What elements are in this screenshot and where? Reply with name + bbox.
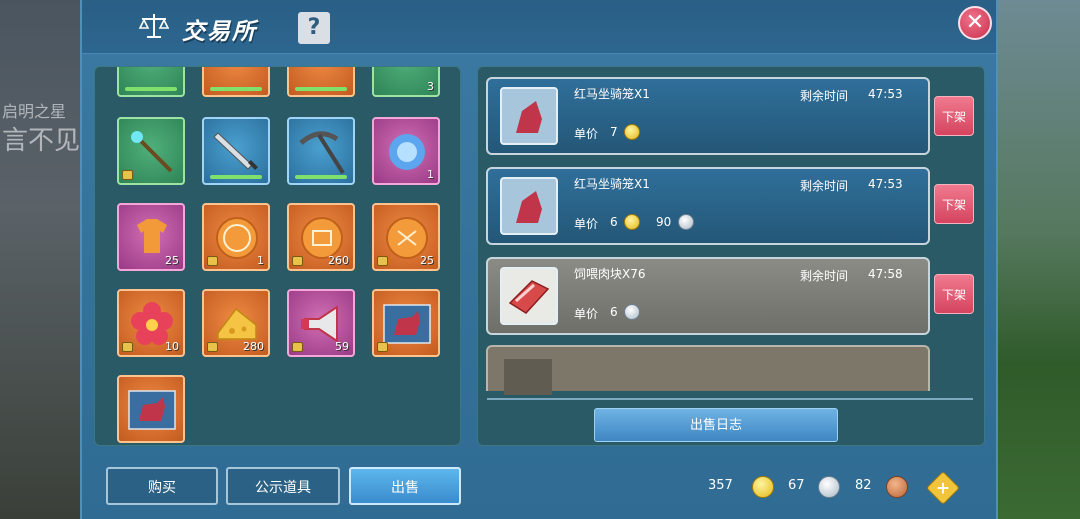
- inventory-slot[interactable]: 10: [117, 289, 185, 357]
- delist-button[interactable]: 下架: [934, 274, 974, 314]
- tab-buy[interactable]: 购买: [106, 467, 218, 505]
- gold-coin-icon: [624, 124, 640, 140]
- title-bar: 交易所 ?: [82, 0, 996, 54]
- orb-icon: [389, 134, 425, 170]
- tab-sell[interactable]: 出售: [349, 467, 461, 505]
- inventory-slot[interactable]: 1: [202, 203, 270, 271]
- empty-thumb: [504, 359, 552, 395]
- delist-button[interactable]: 下架: [934, 96, 974, 136]
- inventory-slot[interactable]: 3: [372, 67, 440, 97]
- item-count: 3: [427, 80, 434, 93]
- page-title: 交易所: [182, 19, 257, 45]
- tab-public-items[interactable]: 公示道具: [226, 467, 340, 505]
- inventory-slot[interactable]: [372, 289, 440, 357]
- price-label: 单价: [574, 307, 599, 321]
- gold-coin-icon: [752, 476, 774, 498]
- delist-button[interactable]: 下架: [934, 184, 974, 224]
- item-count: 1: [427, 168, 434, 181]
- scale-icon: [138, 14, 170, 38]
- background-text-1: 启明之星: [2, 102, 67, 121]
- close-button[interactable]: ✕: [958, 6, 992, 40]
- staff-icon: [131, 131, 173, 173]
- inventory-slot[interactable]: [202, 67, 270, 97]
- inventory-slot[interactable]: 1: [372, 117, 440, 185]
- durability-bar: [295, 87, 347, 91]
- inventory-slot[interactable]: 25: [117, 203, 185, 271]
- lock-icon: [207, 256, 218, 266]
- item-count: 1: [257, 254, 264, 267]
- time-remaining: 47:53: [868, 87, 903, 101]
- durability-bar: [125, 87, 177, 91]
- help-button[interactable]: ?: [298, 12, 330, 44]
- inventory-slot[interactable]: 59: [287, 289, 355, 357]
- silver-coin-icon: [818, 476, 840, 498]
- listing-name: 饲喂肉块X76: [574, 267, 646, 281]
- silver-coin-icon: [624, 304, 640, 320]
- item-count: 280: [243, 340, 264, 353]
- durability-bar: [210, 175, 262, 179]
- time-remaining: 47:58: [868, 267, 903, 281]
- time-label: 剩余时间: [800, 89, 849, 103]
- listing-item[interactable]: 红马坐骑笼X1 剩余时间 47:53 单价 6 90: [486, 167, 930, 245]
- lock-icon: [377, 256, 388, 266]
- lock-icon: [122, 170, 133, 180]
- copper-coin-icon: [886, 476, 908, 498]
- plus-icon: +: [935, 478, 951, 499]
- time-label: 剩余时间: [800, 179, 849, 193]
- time-remaining: 47:53: [868, 177, 903, 191]
- price-silver: 90: [656, 215, 672, 229]
- lock-icon: [292, 256, 303, 266]
- gold-amount: 357: [708, 478, 733, 493]
- inventory-slot[interactable]: [287, 117, 355, 185]
- divider: [487, 398, 973, 400]
- sword-icon: [213, 132, 258, 170]
- listing-item[interactable]: 红马坐骑笼X1 剩余时间 47:53 单价 7: [486, 77, 930, 155]
- durability-bar: [210, 87, 262, 91]
- lock-icon: [377, 342, 388, 352]
- lock-icon: [292, 342, 303, 352]
- inventory-slot[interactable]: 260: [287, 203, 355, 271]
- inventory-grid: 3 1 25 1 260 25 10 280 59: [94, 66, 461, 446]
- time-label: 剩余时间: [800, 269, 849, 283]
- horse-cage-icon: [500, 87, 558, 145]
- meat-icon: [500, 267, 558, 325]
- inventory-slot[interactable]: [287, 67, 355, 97]
- inventory-slot[interactable]: [117, 117, 185, 185]
- listing-name: 红马坐骑笼X1: [574, 87, 650, 101]
- silver-coin-icon: [678, 214, 694, 230]
- listing-slot-empty: [486, 345, 930, 395]
- horse-card-icon: [383, 304, 431, 344]
- background-text-2: 言不见: [2, 126, 81, 156]
- price-label: 单价: [574, 127, 599, 141]
- inventory-slot[interactable]: [117, 67, 185, 97]
- lock-icon: [207, 342, 218, 352]
- lock-icon: [122, 342, 133, 352]
- horse-card-icon: [128, 390, 176, 430]
- coin-icon: [216, 217, 258, 259]
- gold-coin-icon: [624, 214, 640, 230]
- listing-item[interactable]: 饲喂肉块X76 剩余时间 47:58 单价 6: [486, 257, 930, 335]
- inventory-slot[interactable]: [202, 117, 270, 185]
- inventory-slot[interactable]: [117, 375, 185, 443]
- price-label: 单价: [574, 217, 599, 231]
- copper-amount: 82: [855, 478, 872, 493]
- listing-name: 红马坐骑笼X1: [574, 177, 650, 191]
- horse-cage-icon: [500, 177, 558, 235]
- pickaxe-icon: [299, 131, 345, 175]
- durability-bar: [295, 175, 347, 179]
- sales-log-button[interactable]: 出售日志: [594, 408, 838, 442]
- silver-amount: 67: [788, 478, 805, 493]
- inventory-slot[interactable]: 25: [372, 203, 440, 271]
- listings-panel: 红马坐骑笼X1 剩余时间 47:53 单价 7 红马坐骑笼X1 剩余时间 47:…: [477, 66, 985, 446]
- game-world-left: 启明之星 言不见: [0, 0, 82, 519]
- item-count: 25: [165, 254, 179, 267]
- price-gold: 7: [610, 125, 618, 139]
- item-count: 10: [165, 340, 179, 353]
- inventory-slot[interactable]: 280: [202, 289, 270, 357]
- item-count: 59: [335, 340, 349, 353]
- price-silver: 6: [610, 305, 618, 319]
- item-count: 260: [328, 254, 349, 267]
- price-gold: 6: [610, 215, 618, 229]
- item-count: 25: [420, 254, 434, 267]
